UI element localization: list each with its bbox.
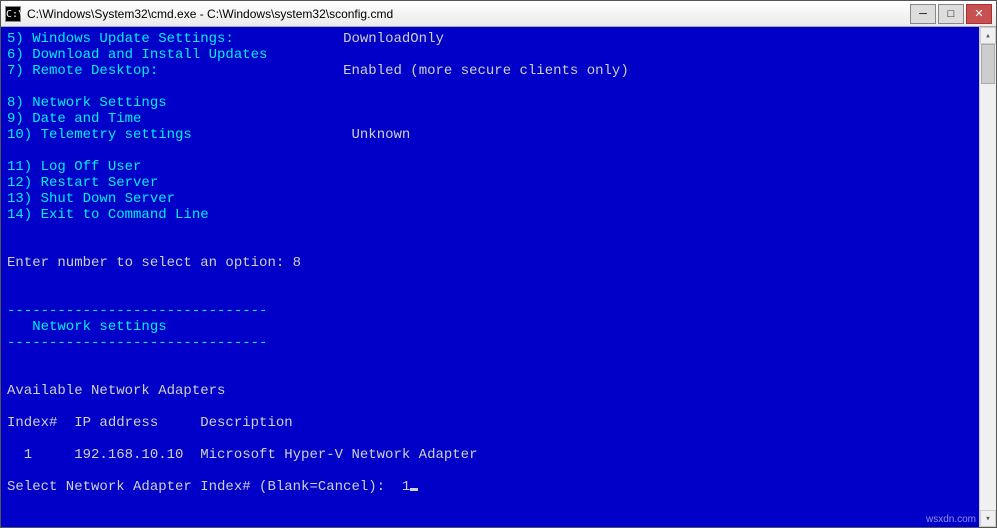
vertical-scrollbar[interactable]: ▴ ▾ xyxy=(979,27,996,527)
section-title: Network settings xyxy=(7,319,167,335)
menu-opt-11: 11) Log Off User xyxy=(7,159,141,175)
menu-opt-5: 5) Windows Update Settings: xyxy=(7,31,234,47)
adapters-columns: Index# IP address Description xyxy=(7,415,293,431)
menu-opt-10: 10) Telemetry settings xyxy=(7,127,192,143)
cursor xyxy=(410,488,418,491)
menu-opt-10-value: Unknown xyxy=(351,127,410,143)
scroll-track[interactable] xyxy=(980,44,996,510)
adapters-header: Available Network Adapters xyxy=(7,383,225,399)
maximize-button[interactable]: □ xyxy=(938,4,964,24)
menu-opt-12: 12) Restart Server xyxy=(7,175,158,191)
cmd-icon: C:\ xyxy=(5,6,21,22)
window-title: C:\Windows\System32\cmd.exe - C:\Windows… xyxy=(27,7,908,21)
minimize-button[interactable]: ─ xyxy=(910,4,936,24)
adapters-row-1: 1 192.168.10.10 Microsoft Hyper-V Networ… xyxy=(7,447,477,463)
scroll-up-button[interactable]: ▴ xyxy=(980,27,996,44)
scroll-thumb[interactable] xyxy=(981,44,995,84)
menu-opt-8: 8) Network Settings xyxy=(7,95,167,111)
close-button[interactable]: ✕ xyxy=(966,4,992,24)
cmd-window: C:\ C:\Windows\System32\cmd.exe - C:\Win… xyxy=(0,0,997,528)
titlebar[interactable]: C:\ C:\Windows\System32\cmd.exe - C:\Win… xyxy=(1,1,996,27)
client-area: 5) Windows Update Settings: DownloadOnly… xyxy=(1,27,996,527)
menu-opt-14: 14) Exit to Command Line xyxy=(7,207,209,223)
scroll-down-button[interactable]: ▾ xyxy=(980,510,996,527)
prompt-select-adapter: Select Network Adapter Index# (Blank=Can… xyxy=(7,479,402,495)
terminal-output[interactable]: 5) Windows Update Settings: DownloadOnly… xyxy=(1,27,979,527)
window-controls: ─ □ ✕ xyxy=(908,4,992,24)
menu-opt-5-value: DownloadOnly xyxy=(343,31,444,47)
prompt-select-option: Enter number to select an option: xyxy=(7,255,293,271)
menu-opt-9: 9) Date and Time xyxy=(7,111,141,127)
prompt-select-option-value: 8 xyxy=(293,255,301,271)
section-rule-bottom: ------------------------------- xyxy=(7,335,267,351)
menu-opt-7-value: Enabled (more secure clients only) xyxy=(343,63,629,79)
menu-opt-6: 6) Download and Install Updates xyxy=(7,47,267,63)
watermark: wsxdn.com xyxy=(926,514,976,525)
prompt-select-adapter-value: 1 xyxy=(402,479,410,495)
menu-opt-7: 7) Remote Desktop: xyxy=(7,63,158,79)
section-rule-top: ------------------------------- xyxy=(7,303,267,319)
menu-opt-13: 13) Shut Down Server xyxy=(7,191,175,207)
